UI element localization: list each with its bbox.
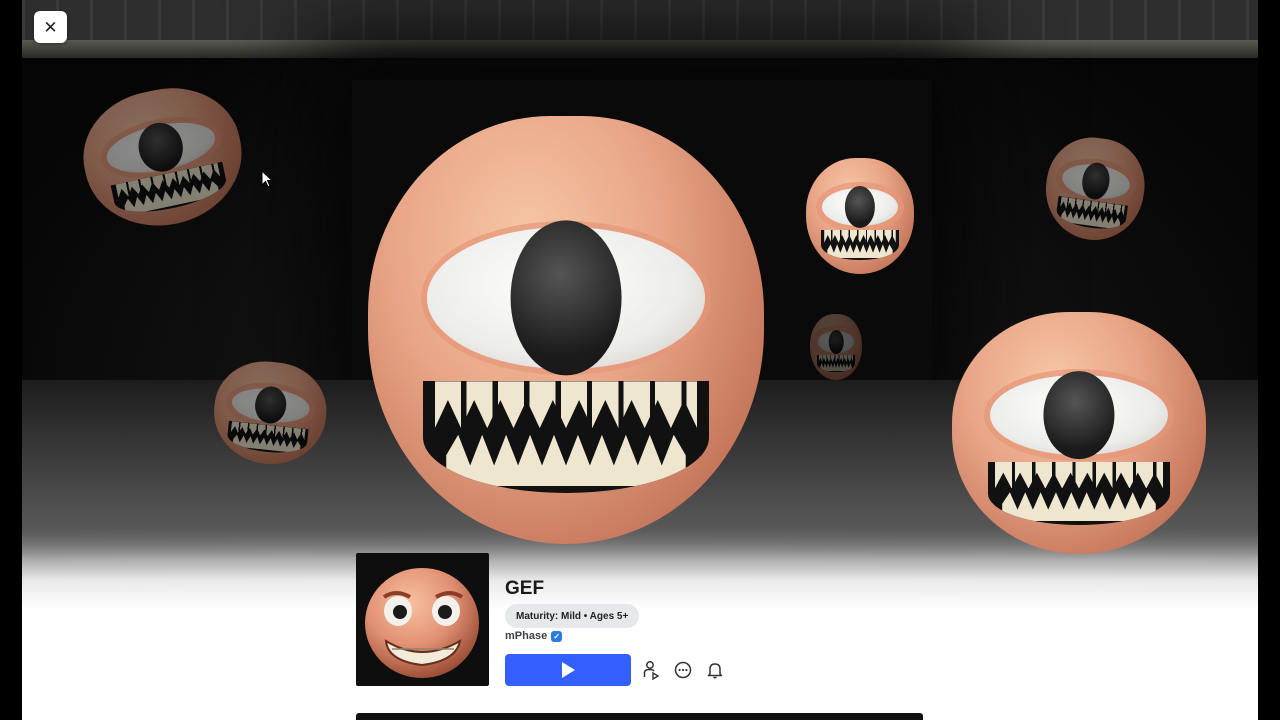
- media-carousel-edge: [356, 713, 923, 720]
- creator-name[interactable]: mPhase: [505, 630, 547, 642]
- game-icon: [356, 553, 489, 686]
- bell-icon: [707, 663, 723, 679]
- creature-face-distant: [810, 314, 862, 380]
- creator-info[interactable]: mPhase ✓: [505, 630, 563, 642]
- add-friend-icon: [643, 661, 660, 680]
- creature-face-small: [71, 75, 255, 240]
- smiling-face-icon: [365, 568, 479, 678]
- maturity-badge: Maturity: Mild • Ages 5+: [505, 604, 640, 628]
- letterbox-left: [0, 0, 22, 720]
- close-button[interactable]: ✕: [34, 11, 67, 43]
- notify-button[interactable]: [700, 656, 730, 684]
- creature-face-small: [806, 158, 914, 274]
- play-button[interactable]: [505, 654, 631, 686]
- creature-face-small: [1039, 131, 1151, 247]
- hero-thumbnail: [22, 0, 1258, 720]
- creature-face-small: [208, 356, 332, 470]
- hero-ceiling-beam: [22, 40, 1258, 58]
- join-friends-button[interactable]: [637, 656, 667, 684]
- mouse-cursor-icon: [261, 170, 273, 188]
- play-icon: [562, 662, 575, 678]
- close-icon: ✕: [43, 17, 58, 37]
- game-title: GEF: [505, 578, 545, 599]
- chat-button[interactable]: [668, 656, 698, 684]
- creature-face-medium: [952, 312, 1206, 554]
- letterbox-right: [1258, 0, 1280, 720]
- chat-bubble-icon: [674, 661, 692, 679]
- game-details-page: [22, 0, 1258, 720]
- verified-badge-icon: ✓: [551, 630, 563, 642]
- creature-face-large: [368, 116, 764, 544]
